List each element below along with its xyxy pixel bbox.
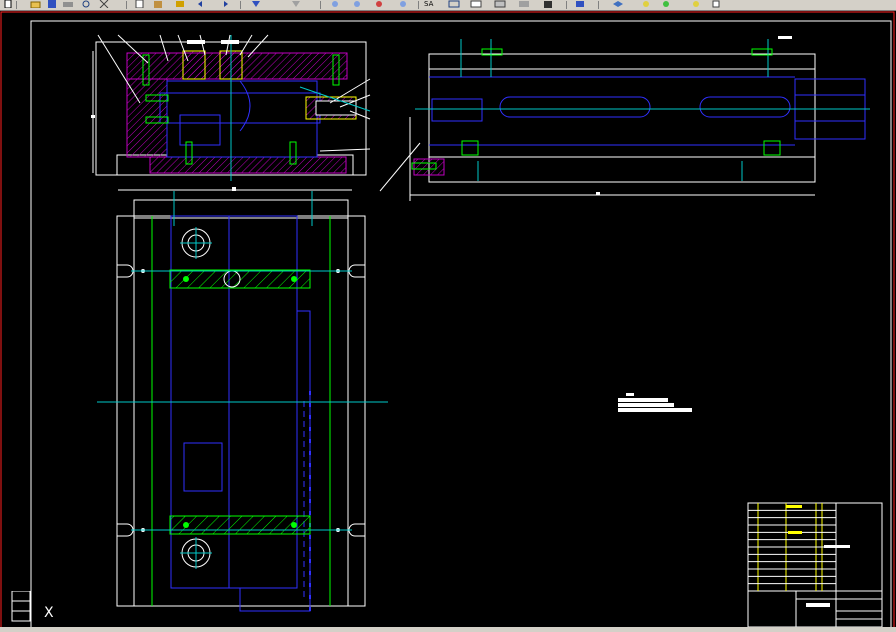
toolbar-separator bbox=[418, 1, 419, 9]
layer-icon[interactable] bbox=[612, 0, 624, 8]
plan-view bbox=[97, 191, 388, 612]
copy-icon[interactable] bbox=[134, 0, 146, 8]
undo-icon[interactable] bbox=[196, 0, 208, 8]
text-style-icon[interactable]: SA bbox=[424, 0, 440, 8]
design-center-icon[interactable] bbox=[398, 0, 410, 8]
toolbar-separator bbox=[566, 1, 567, 9]
drawing-svg bbox=[0, 11, 896, 631]
ucs-x-label: X bbox=[44, 605, 54, 621]
preview-icon[interactable] bbox=[80, 0, 92, 8]
markup-icon[interactable] bbox=[574, 0, 586, 8]
open-icon[interactable] bbox=[30, 0, 42, 8]
toolbar-separator bbox=[16, 1, 17, 9]
tool-palettes-icon[interactable] bbox=[494, 0, 506, 8]
table-style-icon[interactable] bbox=[470, 0, 482, 8]
cut-icon[interactable] bbox=[98, 0, 110, 8]
pan-icon[interactable] bbox=[250, 0, 262, 8]
redo-icon[interactable] bbox=[218, 0, 230, 8]
zoom-previous-icon[interactable] bbox=[352, 0, 364, 8]
new-icon[interactable] bbox=[2, 0, 14, 8]
save-icon[interactable] bbox=[46, 0, 58, 8]
toolbar-separator bbox=[240, 1, 241, 9]
front-section-view bbox=[91, 34, 371, 191]
layer-on-icon[interactable] bbox=[640, 0, 652, 8]
standard-toolbar: SA bbox=[0, 0, 896, 11]
match-icon[interactable] bbox=[174, 0, 186, 8]
status-bar bbox=[0, 627, 896, 632]
layer-freeze-icon[interactable] bbox=[660, 0, 672, 8]
sheet-set-icon[interactable] bbox=[518, 0, 530, 8]
layer-lock-icon[interactable] bbox=[690, 0, 702, 8]
print-icon[interactable] bbox=[62, 0, 74, 8]
side-view bbox=[379, 36, 870, 201]
dim-style-icon[interactable] bbox=[448, 0, 460, 8]
zoom-window-icon[interactable] bbox=[330, 0, 342, 8]
toolbar-separator bbox=[598, 1, 599, 9]
layer-color-icon[interactable] bbox=[710, 0, 722, 8]
title-block bbox=[747, 502, 883, 628]
calculator-icon[interactable] bbox=[542, 0, 554, 8]
properties-icon[interactable] bbox=[374, 0, 386, 8]
drawing-canvas[interactable]: X bbox=[0, 11, 896, 632]
title-block-rows bbox=[748, 509, 836, 585]
zoom-realtime-icon[interactable] bbox=[290, 0, 302, 8]
toolbar-separator bbox=[320, 1, 321, 9]
toolbar-separator bbox=[126, 1, 127, 9]
technical-notes bbox=[618, 393, 692, 412]
paste-icon[interactable] bbox=[152, 0, 164, 8]
